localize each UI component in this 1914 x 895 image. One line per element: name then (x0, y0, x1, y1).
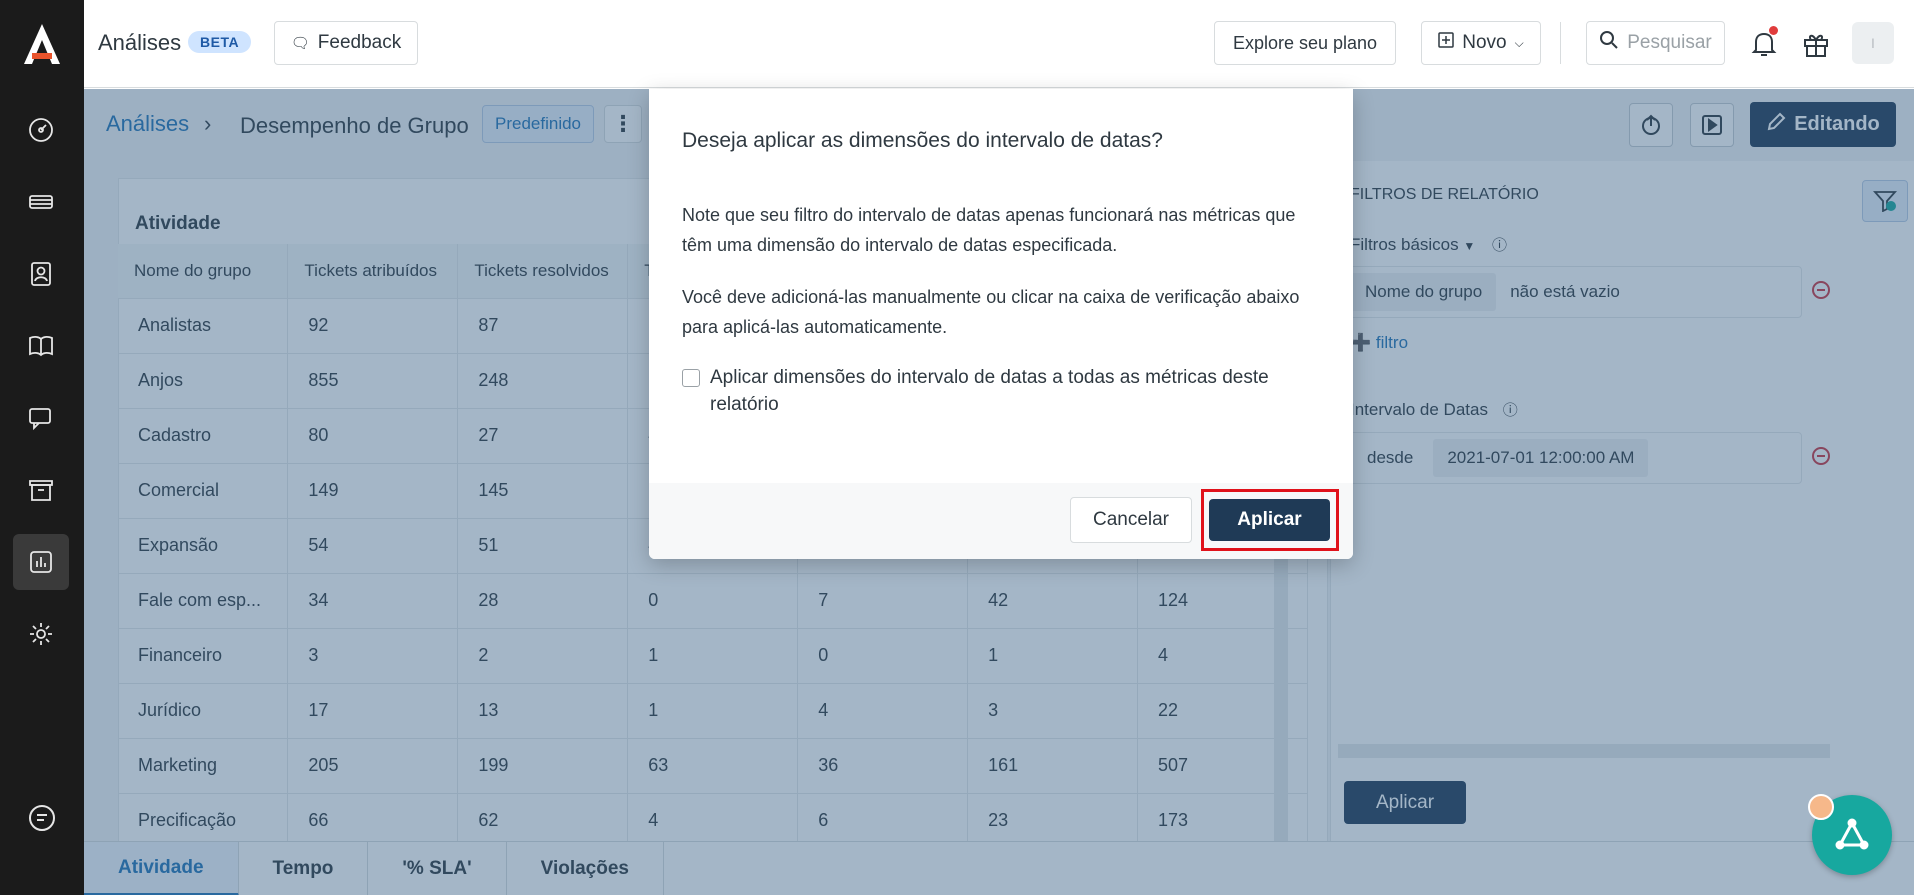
feedback-button[interactable]: 🗨 Feedback (274, 21, 418, 65)
support-chat-icon[interactable] (20, 796, 64, 840)
search-input[interactable]: Pesquisar (1586, 21, 1725, 65)
date-range-dialog: Deseja aplicar as dimensões do intervalo… (649, 89, 1353, 559)
gift-icon[interactable] (1796, 24, 1836, 64)
app-title: Análises (98, 30, 182, 55)
top-header: Análises BETA 🗨 Feedback Explore seu pla… (84, 0, 1914, 88)
settings-icon[interactable] (13, 606, 69, 662)
new-label: Novo (1462, 32, 1507, 53)
notification-dot (1769, 26, 1778, 35)
left-navigation (0, 0, 84, 895)
analytics-icon[interactable] (13, 534, 69, 590)
header-divider (1560, 22, 1561, 64)
explore-plan-button[interactable]: Explore seu plano (1214, 21, 1396, 65)
beta-badge: BETA (188, 31, 252, 53)
plus-square-icon (1438, 32, 1455, 54)
cancel-button[interactable]: Cancelar (1070, 497, 1192, 543)
chevron-down-icon: ⌵ (1514, 35, 1524, 50)
avatar[interactable]: I (1852, 22, 1894, 64)
apply-all-metrics-option[interactable]: Aplicar dimensões do intervalo de datas … (682, 364, 1322, 418)
feedback-icon: 🗨 (290, 35, 310, 52)
dialog-paragraph-2: Você deve adicioná-las manualmente ou cl… (682, 287, 1300, 337)
dialog-title: Deseja aplicar as dimensões do intervalo… (682, 129, 1163, 152)
apply-all-metrics-label[interactable]: Aplicar dimensões do intervalo de datas … (710, 364, 1322, 418)
fab-notification-dot (1808, 794, 1834, 820)
tickets-icon[interactable] (13, 174, 69, 230)
apply-all-metrics-checkbox[interactable] (682, 369, 700, 387)
search-placeholder: Pesquisar (1627, 32, 1712, 53)
brand-logo[interactable] (0, 0, 84, 88)
dashboard-icon[interactable] (13, 102, 69, 158)
archive-icon[interactable] (13, 462, 69, 518)
chat-icon[interactable] (13, 390, 69, 446)
dialog-paragraph-1: Note que seu filtro do intervalo de data… (682, 205, 1296, 255)
feedback-label: Feedback (317, 32, 402, 53)
new-button[interactable]: Novo ⌵ (1421, 21, 1541, 65)
notifications-bell-icon[interactable] (1744, 24, 1784, 64)
contacts-icon[interactable] (13, 246, 69, 302)
knowledge-icon[interactable] (13, 318, 69, 374)
apply-button-highlight (1201, 489, 1339, 551)
search-icon (1599, 30, 1619, 56)
dialog-footer: Cancelar Aplicar (649, 483, 1353, 559)
